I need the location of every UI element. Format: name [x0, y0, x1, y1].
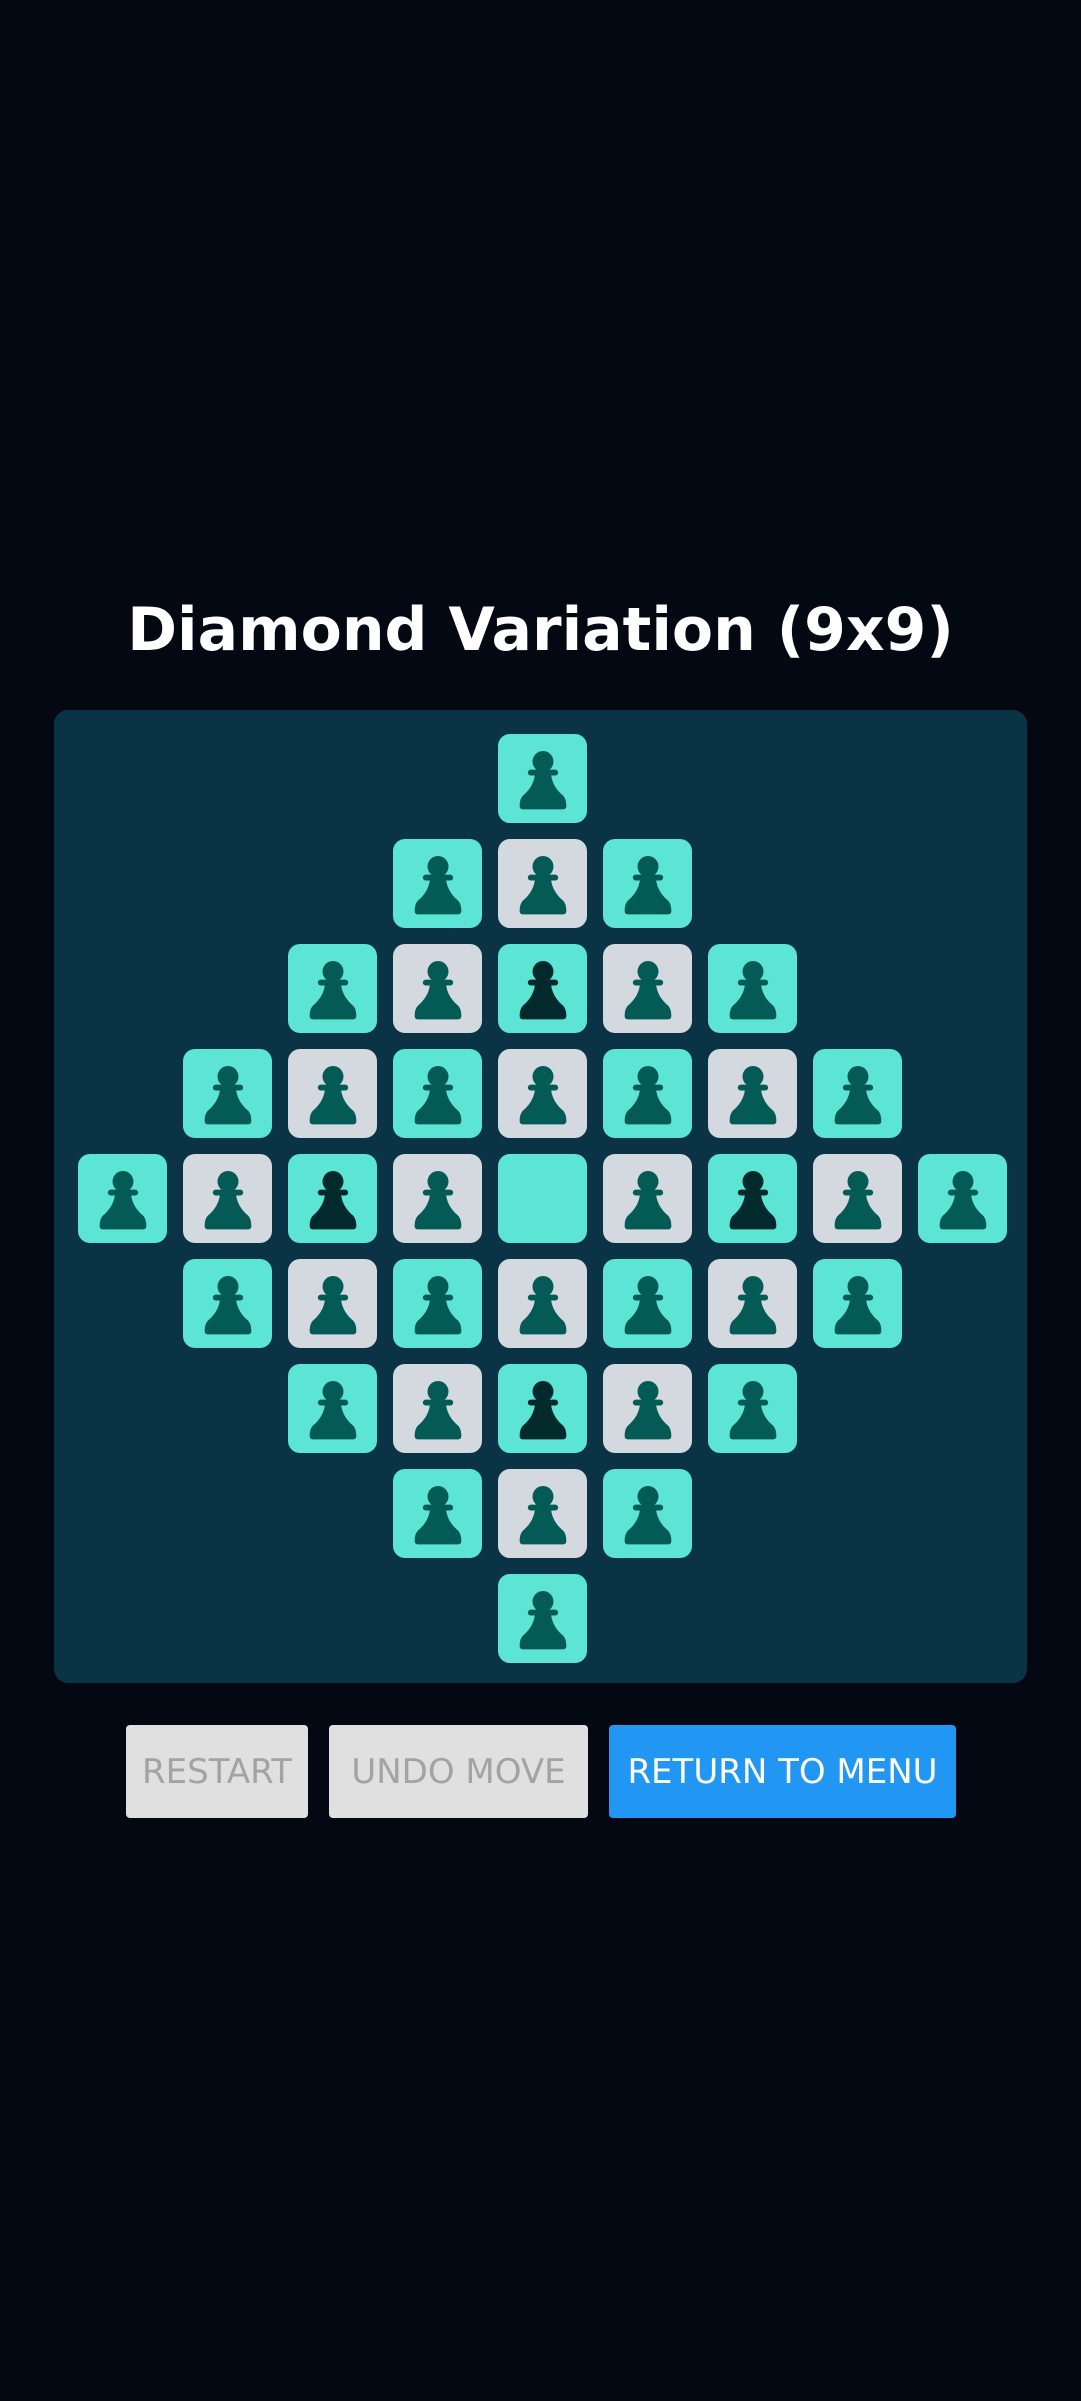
undo-move-button[interactable]: UNDO MOVE: [329, 1725, 588, 1818]
pawn-icon: [414, 1275, 461, 1334]
pawn-icon: [624, 1275, 671, 1334]
pawn-icon: [309, 1170, 356, 1229]
board-cell[interactable]: [603, 839, 692, 928]
board-cell[interactable]: [708, 1049, 797, 1138]
board-cell[interactable]: [393, 944, 482, 1033]
board-cell[interactable]: [813, 1154, 902, 1243]
pawn-icon: [729, 1065, 776, 1124]
pawn-icon: [414, 960, 461, 1019]
board-cell[interactable]: [603, 1049, 692, 1138]
board-cell[interactable]: [288, 1049, 377, 1138]
board-cell[interactable]: [708, 1364, 797, 1453]
board-cell[interactable]: [498, 944, 587, 1033]
board-cell[interactable]: [498, 1154, 587, 1243]
pawn-icon: [204, 1275, 251, 1334]
pawn-icon: [414, 1485, 461, 1544]
pawn-icon: [309, 960, 356, 1019]
board-cell[interactable]: [393, 1469, 482, 1558]
board-cell[interactable]: [78, 1154, 167, 1243]
pawn-icon: [519, 855, 566, 914]
pawn-icon: [519, 1590, 566, 1649]
board-cell[interactable]: [183, 1259, 272, 1348]
board-cell[interactable]: [498, 1574, 587, 1663]
board-cell[interactable]: [498, 1469, 587, 1558]
pawn-icon: [519, 750, 566, 809]
pawn-icon: [939, 1170, 986, 1229]
pawn-icon: [624, 855, 671, 914]
board-cell[interactable]: [183, 1049, 272, 1138]
pawn-icon: [624, 1065, 671, 1124]
pawn-icon: [519, 1485, 566, 1544]
board-cell[interactable]: [288, 944, 377, 1033]
board-cell[interactable]: [708, 1259, 797, 1348]
pawn-icon: [834, 1065, 881, 1124]
pawn-icon: [204, 1065, 251, 1124]
board-cell[interactable]: [183, 1154, 272, 1243]
pawn-icon: [624, 1485, 671, 1544]
pawn-icon: [519, 1065, 566, 1124]
board-cell[interactable]: [498, 734, 587, 823]
pawn-icon: [414, 1170, 461, 1229]
board-cell[interactable]: [813, 1049, 902, 1138]
pawn-icon: [624, 960, 671, 1019]
board-cell[interactable]: [393, 1154, 482, 1243]
pawn-icon: [729, 1170, 776, 1229]
board-cell[interactable]: [708, 1154, 797, 1243]
pawn-icon: [309, 1275, 356, 1334]
board-cell[interactable]: [603, 1154, 692, 1243]
board-cell[interactable]: [393, 1364, 482, 1453]
board-cell[interactable]: [288, 1154, 377, 1243]
board-cell[interactable]: [393, 839, 482, 928]
board-cell[interactable]: [393, 1049, 482, 1138]
board-cell[interactable]: [498, 1259, 587, 1348]
board-cell[interactable]: [498, 839, 587, 928]
pawn-icon: [519, 1380, 566, 1439]
board-cell[interactable]: [603, 944, 692, 1033]
game-board: [54, 710, 1027, 1683]
board-cell[interactable]: [813, 1259, 902, 1348]
pawn-icon: [834, 1275, 881, 1334]
pawn-icon: [519, 960, 566, 1019]
pawn-icon: [414, 1380, 461, 1439]
board-cell[interactable]: [603, 1259, 692, 1348]
board-cell[interactable]: [603, 1364, 692, 1453]
board-cell[interactable]: [393, 1259, 482, 1348]
page-title: Diamond Variation (9x9): [127, 595, 954, 665]
pawn-icon: [414, 1065, 461, 1124]
restart-button[interactable]: RESTART: [126, 1725, 308, 1818]
pawn-icon: [729, 1380, 776, 1439]
pawn-icon: [309, 1380, 356, 1439]
pawn-icon: [99, 1170, 146, 1229]
pawn-icon: [729, 1275, 776, 1334]
board-cell[interactable]: [288, 1364, 377, 1453]
pawn-icon: [519, 1275, 566, 1334]
pawn-icon: [729, 960, 776, 1019]
pawn-icon: [309, 1065, 356, 1124]
pawn-icon: [414, 855, 461, 914]
board-cell[interactable]: [603, 1469, 692, 1558]
board-cell[interactable]: [498, 1049, 587, 1138]
game-screen: Diamond Variation (9x9) RESTART UNDO MOV…: [0, 0, 1081, 2401]
board-cell[interactable]: [498, 1364, 587, 1453]
return-to-menu-button[interactable]: RETURN TO MENU: [609, 1725, 956, 1818]
pawn-icon: [834, 1170, 881, 1229]
board-cell[interactable]: [708, 944, 797, 1033]
board-cell[interactable]: [918, 1154, 1007, 1243]
pawn-icon: [204, 1170, 251, 1229]
board-cell[interactable]: [288, 1259, 377, 1348]
pawn-icon: [624, 1170, 671, 1229]
pawn-icon: [624, 1380, 671, 1439]
